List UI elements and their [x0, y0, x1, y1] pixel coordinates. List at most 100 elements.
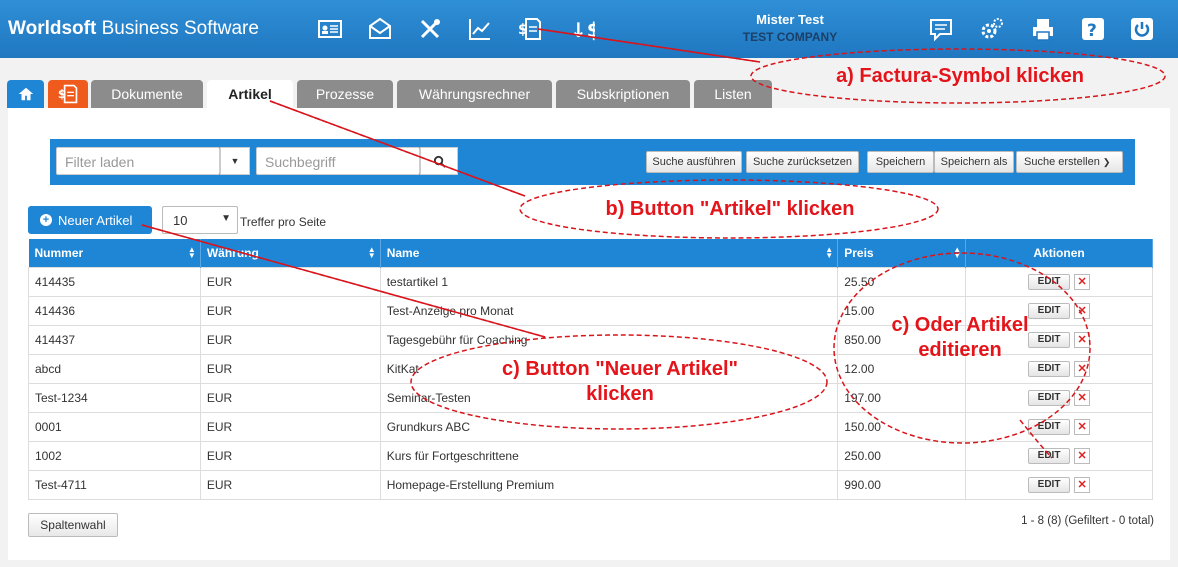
delete-icon[interactable]: ✕ [1074, 331, 1091, 348]
edit-button[interactable]: EDIT [1028, 389, 1071, 406]
sort-icon: ▲ ▼ [953, 245, 962, 260]
tab-prozesse[interactable]: Prozesse [297, 80, 393, 108]
cell-waehrung: EUR [199, 353, 381, 384]
tab-dokumente[interactable]: Dokumente [91, 80, 203, 108]
delete-icon[interactable]: ✕ [1074, 273, 1091, 290]
tab-artikel[interactable]: Artikel [207, 80, 293, 110]
cell-name: Homepage-Erstellung Premium [379, 469, 839, 500]
cell-name: Kurs für Fortgeschrittene [379, 440, 839, 471]
cell-nummer: Test-4711 [28, 469, 201, 500]
cell-waehrung: EUR [199, 266, 381, 297]
edit-button[interactable]: EDIT [1028, 476, 1071, 493]
search-input[interactable]: Suchbegriff [256, 147, 420, 175]
column-header-nummer[interactable]: Nummer ▲ ▼ [28, 239, 201, 267]
table-row[interactable]: 0001 EUR Grundkurs ABC 150.00 EDIT ✕ [28, 411, 1153, 442]
cell-preis: 150.00 [837, 411, 967, 442]
factura-tab-icon: $ [58, 84, 78, 104]
edit-button[interactable]: EDIT [1028, 273, 1071, 290]
contact-card-icon[interactable] [314, 14, 346, 44]
cell-preis: 990.00 [837, 469, 967, 500]
plus-icon: + [40, 214, 52, 226]
mail-icon[interactable] [364, 14, 396, 44]
new-article-button[interactable]: + Neuer Artikel [28, 206, 152, 234]
delete-icon[interactable]: ✕ [1074, 418, 1091, 435]
filter-dropdown-button[interactable]: ▼ [220, 147, 250, 175]
per-page-label: Treffer pro Seite [240, 215, 327, 229]
currency-icon[interactable]: ↓$ [566, 14, 598, 44]
edit-button[interactable]: EDIT [1028, 418, 1071, 435]
cell-preis: 250.00 [837, 440, 967, 471]
cell-waehrung: EUR [199, 440, 381, 471]
cell-name: Test-Anzeige pro Monat [379, 295, 839, 326]
annotation-c1: c) Button "Neuer Artikel" klicken [501, 358, 739, 405]
delete-icon[interactable]: ✕ [1074, 389, 1091, 406]
search-execute-button[interactable]: Suche ausführen [646, 151, 742, 173]
tab-waehrungsrechner[interactable]: Währungsrechner [397, 80, 552, 108]
column-header-preis[interactable]: Preis ▲ ▼ [837, 239, 967, 267]
save-button[interactable]: Speichern [867, 151, 934, 173]
table-row[interactable]: 414435 EUR testartikel 1 25.50 EDIT ✕ [28, 266, 1153, 297]
cell-waehrung: EUR [199, 411, 381, 442]
cell-preis: 197.00 [837, 382, 967, 413]
cell-nummer: 414437 [28, 324, 201, 355]
cell-nummer: 414435 [28, 266, 201, 297]
settings-icon[interactable] [976, 14, 1008, 44]
table-header-row: Nummer ▲ ▼ Währung ▲ ▼ Name ▲ ▼ Preis ▲ ▼ Aktion… [28, 239, 1153, 267]
user-name: Mister Test [756, 12, 824, 27]
tab-factura[interactable]: $ [48, 80, 88, 108]
chevron-down-icon: ❯ [1102, 157, 1111, 167]
column-chooser-button[interactable]: Spaltenwahl [28, 513, 118, 537]
column-header-aktionen: Aktionen [965, 239, 1153, 267]
company-name: TEST COMPANY [742, 30, 838, 44]
svg-text:?: ? [1087, 21, 1097, 41]
edit-button[interactable]: EDIT [1028, 447, 1071, 464]
per-page-select[interactable]: 10 ▼ [162, 206, 238, 234]
factura-icon[interactable]: $ [514, 14, 546, 44]
cell-waehrung: EUR [199, 295, 381, 326]
cell-nummer: abcd [28, 353, 201, 384]
save-as-button[interactable]: Speichern als [934, 151, 1014, 173]
print-icon[interactable] [1027, 14, 1059, 44]
delete-icon[interactable]: ✕ [1074, 447, 1091, 464]
cell-preis: 25.50 [837, 266, 967, 297]
create-search-button[interactable]: Suche erstellen ❯ [1016, 151, 1123, 173]
annotation-c2: c) Oder Artikel editieren [891, 314, 1029, 361]
annotation-b: b) Button "Artikel" klicken [605, 198, 855, 220]
help-icon[interactable]: ? [1077, 14, 1109, 44]
power-icon[interactable] [1126, 14, 1158, 44]
cell-name: testartikel 1 [379, 266, 839, 297]
delete-icon[interactable]: ✕ [1074, 476, 1091, 493]
cell-aktionen: EDIT ✕ [965, 469, 1153, 500]
cell-name: Grundkurs ABC [379, 411, 839, 442]
cell-nummer: 414436 [28, 295, 201, 326]
message-icon[interactable] [925, 14, 957, 44]
cell-name: Tagesgebühr für Coaching [379, 324, 839, 355]
svg-text:↓$: ↓$ [570, 18, 595, 42]
chart-icon[interactable] [464, 14, 496, 44]
app-brand: Worldsoft Business Software [8, 18, 259, 39]
pagination-info: 1 - 8 (8) (Gefiltert - 0 total) [1021, 515, 1154, 527]
search-bar: Filter laden ▼ Suchbegriff Suche ausführ… [50, 139, 1135, 185]
search-reset-button[interactable]: Suche zurücksetzen [746, 151, 859, 173]
search-icon [433, 155, 446, 168]
table-row[interactable]: Test-4711 EUR Homepage-Erstellung Premium 9… [28, 469, 1153, 500]
delete-icon[interactable]: ✕ [1074, 360, 1091, 377]
cell-nummer: 1002 [28, 440, 201, 471]
sort-icon: ▲ ▼ [187, 245, 196, 260]
tab-home[interactable] [7, 80, 44, 108]
filter-select[interactable]: Filter laden [56, 147, 220, 175]
user-info: Mister Test TEST COMPANY [700, 12, 880, 44]
tools-icon[interactable] [414, 14, 446, 44]
column-header-waehrung[interactable]: Währung ▲ ▼ [200, 239, 381, 267]
table-row[interactable]: 1002 EUR Kurs für Fortgeschrittene 250.00 ED… [28, 440, 1153, 471]
delete-icon[interactable]: ✕ [1074, 302, 1091, 319]
column-header-name[interactable]: Name ▲ ▼ [380, 239, 839, 267]
tab-subskriptionen[interactable]: Subskriptionen [556, 80, 690, 108]
cell-aktionen: EDIT ✕ [965, 411, 1153, 442]
sort-icon: ▲ ▼ [825, 245, 834, 260]
cell-aktionen: EDIT ✕ [965, 382, 1153, 413]
search-button[interactable] [420, 147, 458, 175]
caret-down-icon: ▼ [230, 156, 240, 166]
cell-waehrung: EUR [199, 469, 381, 500]
top-bar: Worldsoft Business Software $ ↓$ Mister … [0, 0, 1178, 58]
